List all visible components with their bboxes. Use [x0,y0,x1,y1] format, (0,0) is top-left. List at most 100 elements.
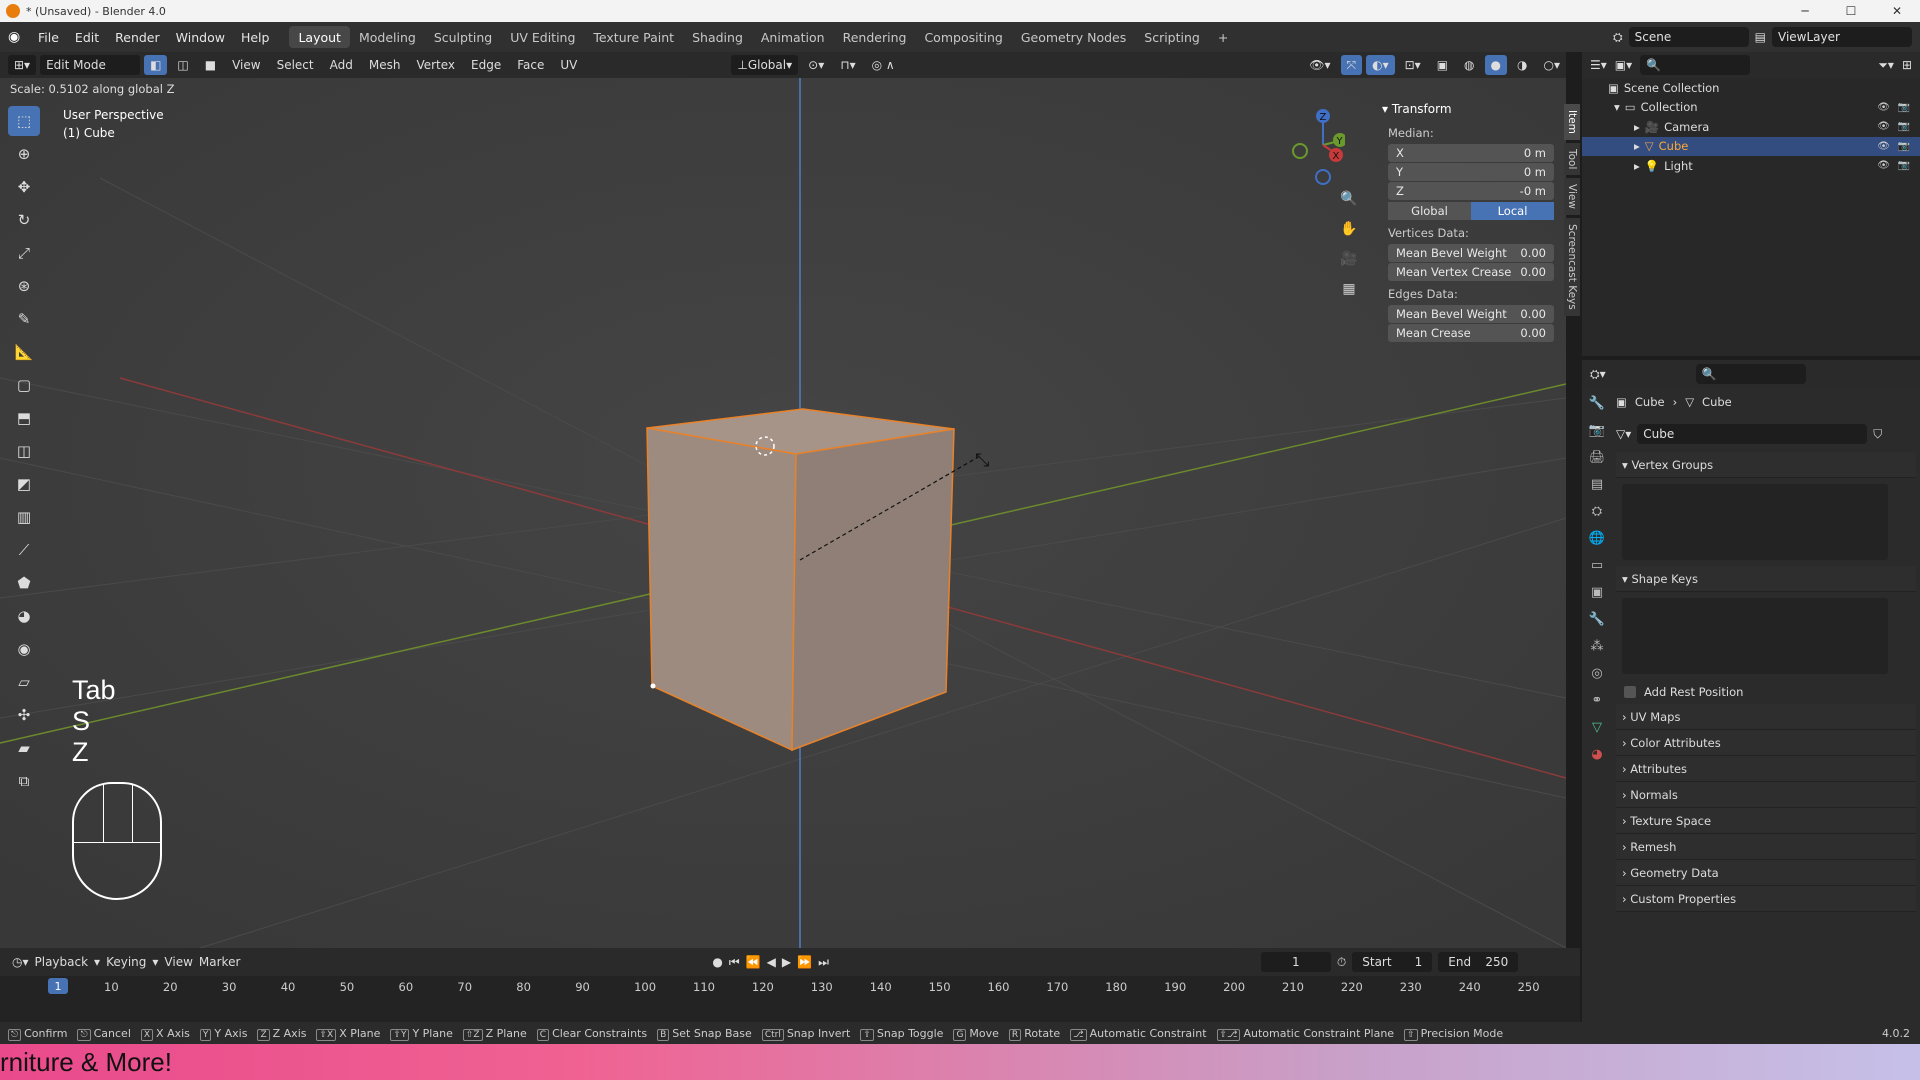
add-rest-position-checkbox[interactable] [1624,686,1636,698]
tab-scripting[interactable]: Scripting [1135,26,1209,48]
shrink-fatten-tool[interactable]: ✣ [8,700,40,730]
menu-vertex[interactable]: Vertex [410,55,461,75]
add-cube-tool[interactable]: ▢ [8,370,40,400]
custom-properties-section[interactable]: › Custom Properties [1616,886,1916,912]
outliner-collection[interactable]: ▾ ▭ Collection 👁 📷 [1582,98,1920,118]
close-button[interactable]: ✕ [1874,0,1920,22]
annotate-tool[interactable]: ✎ [8,304,40,334]
zoom-icon[interactable]: 🔍 [1338,188,1360,210]
ortho-grid-icon[interactable]: ▦ [1338,278,1360,300]
play-icon[interactable]: ▶ [782,955,791,969]
next-keyframe-icon[interactable]: ⏩ [797,955,812,969]
editor-type-button[interactable]: ⊞▾ [8,55,37,75]
median-x-field[interactable]: X 0 m [1388,144,1554,162]
snap-icon[interactable]: ⊓▾ [834,55,861,75]
xray-toggle-icon[interactable]: ▣ [1431,55,1454,75]
render-tab-icon[interactable]: 📷 [1582,417,1612,444]
geometry-data-section[interactable]: › Geometry Data [1616,860,1916,886]
physics-tab-icon[interactable]: ◎ [1582,660,1612,687]
menu-view[interactable]: View [164,955,192,969]
tab-item[interactable]: Item [1564,104,1580,140]
pan-hand-icon[interactable]: ✋ [1338,218,1360,240]
minimize-button[interactable]: ─ [1782,0,1828,22]
texture-space-section[interactable]: › Texture Space [1616,808,1916,834]
light-visibility-icon[interactable]: 👁 [1877,160,1890,171]
viewlayer-field[interactable]: ViewLayer [1772,27,1912,47]
shear-tool[interactable]: ▰ [8,733,40,763]
menu-select[interactable]: Select [271,55,320,75]
collection-render-icon[interactable]: 📷 [1898,102,1910,113]
orientation-dropdown[interactable]: ⊥ Global ▾ [731,55,799,75]
mean-vertex-crease-field[interactable]: Mean Vertex Crease 0.00 [1388,263,1554,281]
display-mode-icon[interactable]: ▣▾ [1615,58,1632,72]
scene-tab-icon[interactable]: ⛭ [1582,498,1612,525]
remesh-section[interactable]: › Remesh [1616,834,1916,860]
cursor-tool[interactable]: ⊕ [8,139,40,169]
mesh-name-field[interactable]: Cube [1637,424,1868,444]
edge-slide-tool[interactable]: ▱ [8,667,40,697]
properties-search-input[interactable]: 🔍 [1695,364,1806,384]
particles-tab-icon[interactable]: ⁂ [1582,633,1612,660]
rip-region-tool[interactable]: ⧉ [8,766,40,796]
rendered-shading-icon[interactable]: ○▾ [1538,55,1567,75]
menu-edit[interactable]: Edit [67,26,107,48]
expand-icon[interactable]: ▸ [1634,120,1640,134]
clock-icon[interactable]: ⏱ [1337,955,1346,970]
visibility-icon[interactable]: 👁▾ [1303,55,1336,75]
menu-help[interactable]: Help [233,26,278,48]
constraints-tab-icon[interactable]: ⚭ [1582,687,1612,714]
tab-shading[interactable]: Shading [683,26,752,48]
tab-screencast-keys[interactable]: Screencast Keys [1564,218,1580,316]
view-layer-tab-icon[interactable]: ▤ [1582,471,1612,498]
median-z-field[interactable]: Z -0 m [1388,182,1554,200]
play-reverse-icon[interactable]: ◀ [767,955,776,969]
tab-view[interactable]: View [1564,178,1580,216]
mesh-datablock-icon[interactable]: ▽▾ [1616,427,1631,441]
face-select-button[interactable]: ■ [199,55,222,75]
measure-tool[interactable]: 📐 [8,337,40,367]
end-frame-field[interactable]: End 250 [1438,952,1519,972]
mode-dropdown[interactable]: Edit Mode [40,55,141,75]
mean-crease-field[interactable]: Mean Crease 0.00 [1388,324,1554,342]
mesh-data-tab-icon[interactable]: ▽ [1582,714,1612,741]
add-rest-position-row[interactable]: Add Rest Position [1616,680,1916,704]
output-tab-icon[interactable]: 🖨 [1582,444,1612,471]
menu-playback[interactable]: Playback [35,955,89,969]
current-frame-field[interactable]: 1 [1260,952,1331,972]
tab-compositing[interactable]: Compositing [915,26,1011,48]
outliner-scene-collection[interactable]: ▣ Scene Collection [1582,78,1920,98]
tab-rendering[interactable]: Rendering [834,26,916,48]
camera-view-icon[interactable]: 🎥 [1338,248,1360,270]
menu-file[interactable]: File [30,26,67,48]
menu-add[interactable]: Add [324,55,359,75]
expand-icon[interactable]: ▸ [1634,159,1640,173]
menu-view[interactable]: View [226,55,266,75]
move-tool[interactable]: ✥ [8,172,40,202]
color-attributes-section[interactable]: › Color Attributes [1616,730,1916,756]
menu-face[interactable]: Face [511,55,550,75]
normals-section[interactable]: › Normals [1616,782,1916,808]
median-y-field[interactable]: Y 0 m [1388,163,1554,181]
mesh-edit-overlay-icon[interactable]: ⊡▾ [1399,55,1427,75]
editor-type-icon[interactable]: ⛭▾ [1590,367,1606,382]
timeline-ruler[interactable]: 1 10 20 30 40 50 60 70 80 90 100 110 120 130 140 150 16… [0,976,1580,1022]
playhead[interactable]: 1 [48,978,68,994]
proportional-edit-icon[interactable]: ◎ ∧ [866,55,901,75]
bevel-tool[interactable]: ◩ [8,469,40,499]
rotate-tool[interactable]: ↻ [8,205,40,235]
jump-end-icon[interactable]: ⏭ [818,955,829,970]
editor-type-icon[interactable]: ☰▾ [1590,58,1607,72]
knife-tool[interactable]: ⟋ [8,535,40,565]
object-tab-icon[interactable]: ▣ [1582,579,1612,606]
3d-viewport[interactable]: ⤡ [0,78,1566,948]
tab-uv-editing[interactable]: UV Editing [501,26,584,48]
expand-icon[interactable]: ▸ [1634,139,1640,153]
spin-tool[interactable]: ◕ [8,601,40,631]
extrude-tool[interactable]: ⬒ [8,403,40,433]
light-render-icon[interactable]: 📷 [1898,160,1910,171]
edge-select-button[interactable]: ◫ [171,55,194,75]
tab-modeling[interactable]: Modeling [350,26,425,48]
outliner-item-light[interactable]: ▸ 💡 Light 👁 📷 [1582,156,1920,176]
poly-build-tool[interactable]: ⬟ [8,568,40,598]
shape-keys-section[interactable]: ▾ Shape Keys [1616,566,1916,592]
